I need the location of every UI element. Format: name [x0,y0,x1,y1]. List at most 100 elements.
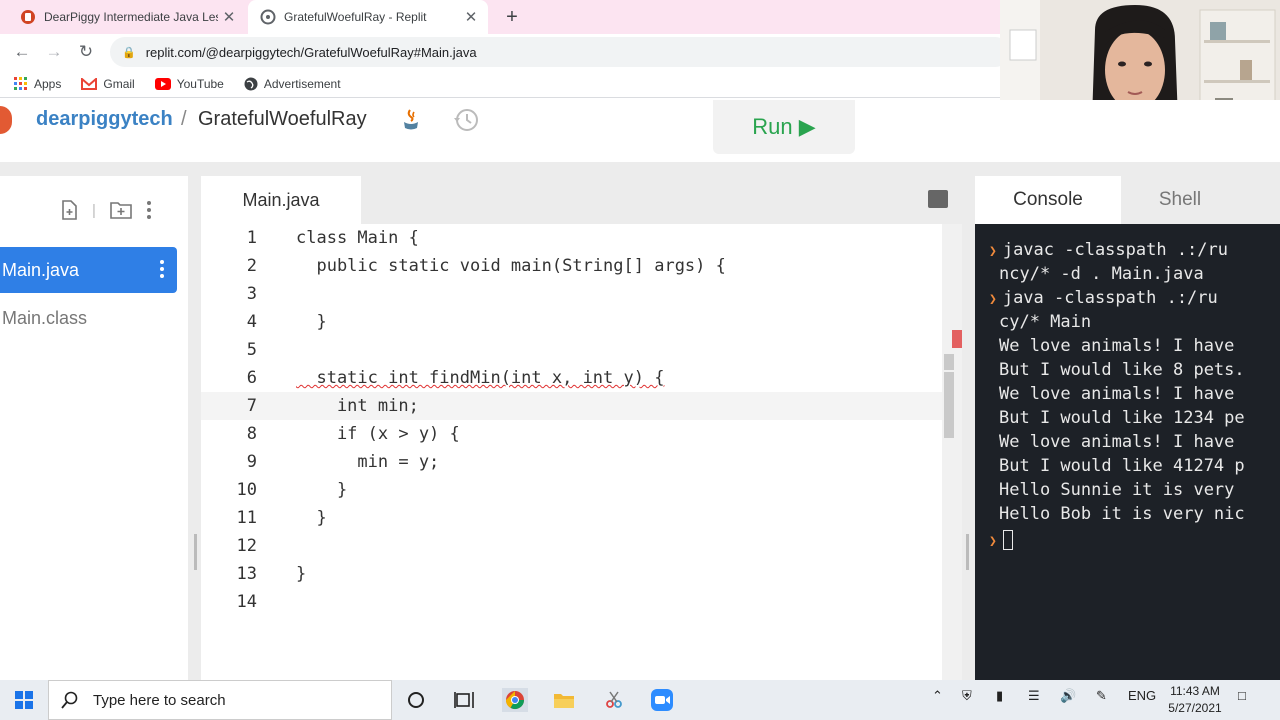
console-line: cy/* Main [999,312,1092,332]
file-explorer-icon[interactable] [552,688,576,712]
console-line: ❯ javac -classpath .:/ru [989,240,1228,260]
close-tab-icon[interactable]: ✕ [218,8,240,26]
editor-scrollbar[interactable] [942,224,962,680]
scroll-marker [944,372,954,438]
add-file-icon[interactable] [60,200,78,220]
tab-shell[interactable]: Shell [1121,176,1239,224]
bookmark-youtube[interactable]: YouTube [154,76,224,91]
windows-taskbar: Type here to search ⌃ ⛨ ▮ ☰ 🔊 ✎ ENG 11:4… [0,680,1280,720]
close-tab-icon[interactable]: ✕ [460,8,482,26]
console-output[interactable]: ❯ javac -classpath .:/ru ncy/* -d . Main.… [975,224,1280,680]
forward-arrow-icon[interactable]: → [42,40,66,64]
bookmark-gmail[interactable]: Gmail [81,76,135,91]
replit-header: dearpiggytech / GratefulWoefulRay Run ▶ [0,100,1280,162]
volume-icon[interactable]: 🔊 [1060,688,1076,704]
console-line: We love animals! I have [999,432,1245,452]
file-main-java[interactable]: Main.java [0,247,177,293]
notifications-icon[interactable]: □ [1238,688,1246,703]
tab-console[interactable]: Console [975,176,1121,224]
file-name: Main.class [2,307,88,328]
console-line: We love animals! I have [999,384,1245,404]
repl-name[interactable]: GratefulWoefulRay [198,108,367,131]
prompt-chevron-icon: ❯ [989,244,997,259]
show-hidden-icons-icon[interactable]: ⌃ [932,688,943,704]
prompt-chevron-icon: ❯ [989,292,997,307]
code-line: 4 } [246,312,327,332]
sidebar-resize-handle[interactable] [194,534,197,570]
console-line: ❯ java -classpath .:/ru [989,288,1218,308]
bookmark-label: Gmail [103,76,135,91]
prompt-chevron-icon: ❯ [989,534,997,549]
replit-icon [260,9,276,25]
workspace: | Main.java Main.class Main.java 1 class … [0,162,1280,680]
tab-title: DearPiggy Intermediate Java Less [44,10,218,24]
reload-icon[interactable]: ↻ [74,40,98,64]
new-tab-button[interactable]: + [500,5,524,29]
windows-start-icon[interactable] [12,688,36,712]
chrome-taskbar-icon[interactable] [502,688,528,712]
code-editor: Main.java 1 class Main { 2 public static … [201,176,962,680]
bookmark-label: YouTube [176,76,224,91]
bookmark-apps[interactable]: Apps [14,76,61,91]
gmail-icon [81,77,98,90]
code-line: 13} [236,564,307,584]
code-line: 6 static int findMin(int x, int y) { [246,368,665,388]
snipping-tool-icon[interactable] [602,688,626,712]
console-line: But I would like 8 pets. [999,360,1245,380]
history-icon[interactable] [452,106,480,134]
divider: | [92,201,96,219]
url-text: replit.com/@dearpiggytech/GratefulWoeful… [145,44,477,60]
apps-grid-icon [14,76,27,90]
editor-menu-icon[interactable] [928,190,948,208]
security-shield-icon[interactable]: ⛨ [962,688,972,704]
replit-logo-icon[interactable] [0,106,12,134]
console-line: We love animals! I have [999,336,1245,356]
code-line: 14 [236,592,257,612]
clock-date: 5/27/2021 [1168,701,1222,715]
code-line: 3 [246,284,257,304]
java-language-icon[interactable] [400,108,422,137]
bookmark-advertisement[interactable]: Advertisement [244,77,341,91]
file-name: Main.java [2,259,80,280]
search-placeholder: Type here to search [93,691,226,709]
language-indicator[interactable]: ENG [1128,688,1156,703]
task-view-icon[interactable] [452,688,476,712]
bookmark-label: Advertisement [263,76,341,91]
run-button[interactable]: Run ▶ [713,100,855,154]
code-line: 1 class Main { [246,228,419,248]
code-line: 10 } [236,480,348,500]
tab-title: GratefulWoefulRay - Replit [284,10,427,24]
globe-icon [244,77,258,90]
browser-tab-slides[interactable]: DearPiggy Intermediate Java Less ✕ [0,0,246,34]
more-options-icon[interactable] [146,200,152,220]
file-menu-icon[interactable] [159,259,165,279]
code-area[interactable]: 1 class Main { 2 public static void main(… [201,224,962,680]
owner-link[interactable]: dearpiggytech [36,108,173,131]
code-line: 11 } [236,508,327,528]
wifi-icon[interactable]: ☰ [1028,688,1040,704]
console-line: Hello Bob it is very nic [999,504,1245,524]
file-main-class[interactable]: Main.class [0,295,177,341]
lock-icon: 🔒 [122,46,136,59]
console-resize-handle[interactable] [966,534,969,570]
console-line: But I would like 41274 p [999,456,1245,476]
console-pane: Console Shell ❯ javac -classpath .:/ru nc… [975,176,1280,680]
cortana-icon[interactable] [404,688,428,712]
taskbar-search-box[interactable]: Type here to search [48,680,392,720]
editor-tab-main-java[interactable]: Main.java [201,176,361,224]
pen-workspace-icon[interactable]: ✎ [1096,688,1107,704]
browser-tab-replit[interactable]: GratefulWoefulRay - Replit ✕ [248,0,488,34]
zoom-app-icon[interactable] [650,688,674,712]
battery-icon[interactable]: ▮ [996,688,1003,704]
youtube-icon [154,77,171,90]
files-sidebar: | Main.java Main.class [0,176,188,680]
code-line: 8 if (x > y) { [246,424,460,444]
code-line: 9 min = y; [246,452,440,472]
add-folder-icon[interactable] [110,201,132,219]
address-bar[interactable]: 🔒 replit.com/@dearpiggytech/GratefulWoef… [110,37,1010,67]
console-input-line[interactable]: ❯ [989,528,1280,552]
back-arrow-icon[interactable]: ← [10,40,34,64]
powerpoint-icon [21,10,35,24]
taskbar-clock[interactable]: 11:43 AM 5/27/2021 [1160,683,1230,717]
breadcrumb-separator: / [181,108,187,130]
